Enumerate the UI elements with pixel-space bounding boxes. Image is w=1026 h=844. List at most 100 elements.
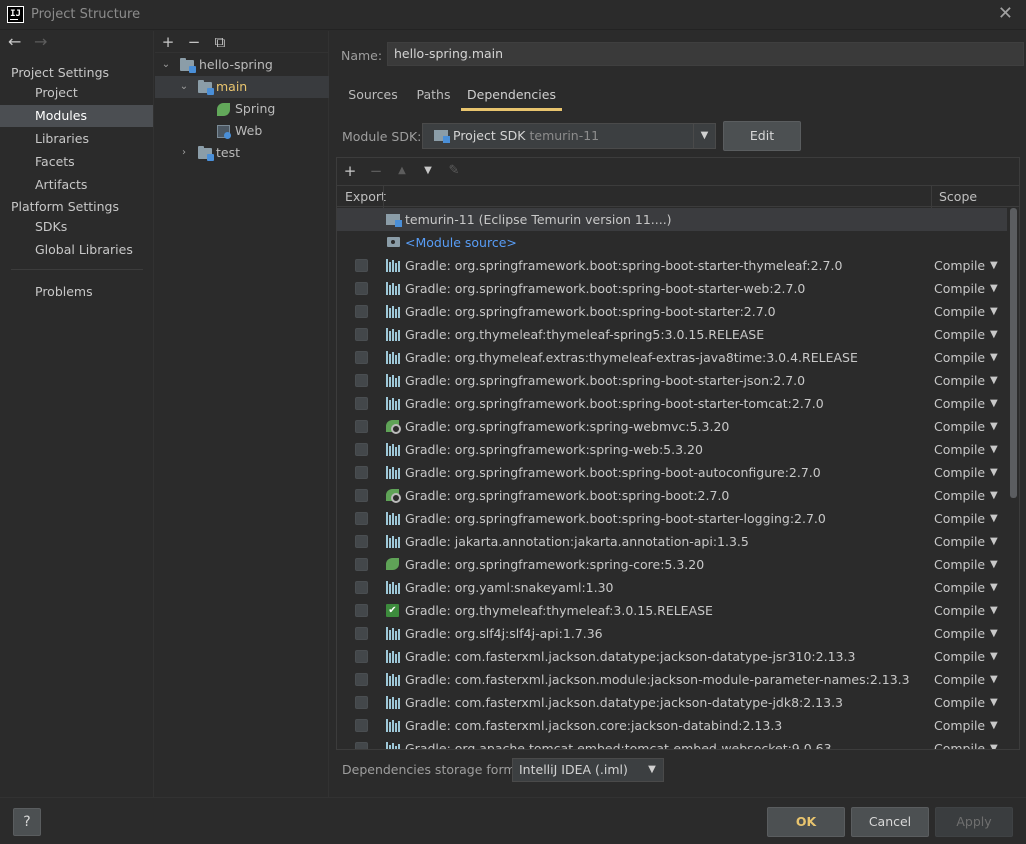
export-checkbox[interactable] xyxy=(355,489,368,502)
tree-node-test[interactable]: › test xyxy=(155,142,329,164)
scope-value[interactable]: Compile xyxy=(934,691,985,714)
export-checkbox[interactable] xyxy=(355,604,368,617)
close-icon[interactable]: ✕ xyxy=(998,3,1013,24)
export-checkbox[interactable] xyxy=(355,328,368,341)
chevron-down-icon[interactable]: ▼ xyxy=(990,461,998,484)
chevron-down-icon[interactable]: ⌄ xyxy=(178,76,190,98)
nav-item-sdks[interactable]: SDKs xyxy=(0,216,153,238)
scope-value[interactable]: Compile xyxy=(934,369,985,392)
add-dependency-button[interactable]: + xyxy=(339,160,361,182)
dependency-row[interactable]: Gradle: jakarta.annotation:jakarta.annot… xyxy=(337,530,1007,553)
copy-module-button[interactable]: ⧉ xyxy=(209,32,231,52)
edit-dependency-button[interactable]: ✎ xyxy=(443,160,465,182)
dependency-row[interactable]: Gradle: com.fasterxml.jackson.core:jacks… xyxy=(337,714,1007,737)
dependency-row[interactable]: Gradle: org.springframework:spring-web:5… xyxy=(337,438,1007,461)
scope-value[interactable]: Compile xyxy=(934,622,985,645)
nav-item-modules[interactable]: Modules xyxy=(0,105,153,127)
scrollbar-thumb[interactable] xyxy=(1010,208,1017,498)
dependency-row[interactable]: Gradle: org.springframework.boot:spring-… xyxy=(337,254,1007,277)
module-name-input[interactable]: hello-spring.main xyxy=(387,42,1024,66)
chevron-down-icon[interactable]: ▼ xyxy=(693,124,715,148)
module-sdk-select[interactable]: Project SDK temurin-11 ▼ xyxy=(422,123,716,149)
forward-arrow-icon[interactable]: → xyxy=(34,32,60,51)
tree-node-web[interactable]: Web xyxy=(155,120,329,142)
column-scope[interactable]: Scope xyxy=(931,186,977,208)
cancel-button[interactable]: Cancel xyxy=(851,807,929,837)
dependency-row[interactable]: Gradle: org.springframework.boot:spring-… xyxy=(337,369,1007,392)
tab-paths[interactable]: Paths xyxy=(411,83,456,111)
tab-sources[interactable]: Sources xyxy=(341,83,405,111)
chevron-down-icon[interactable]: ▼ xyxy=(990,530,998,553)
move-down-button[interactable]: ▼ xyxy=(417,160,439,182)
scope-value[interactable]: Compile xyxy=(934,346,985,369)
scope-value[interactable]: Compile xyxy=(934,668,985,691)
nav-item-libraries[interactable]: Libraries xyxy=(0,128,153,150)
back-arrow-icon[interactable]: ← xyxy=(8,32,34,51)
dependency-row[interactable]: Gradle: org.springframework:spring-core:… xyxy=(337,553,1007,576)
export-checkbox[interactable] xyxy=(355,719,368,732)
vertical-scrollbar[interactable] xyxy=(1010,208,1017,749)
export-checkbox[interactable] xyxy=(355,696,368,709)
export-checkbox[interactable] xyxy=(355,512,368,525)
scope-value[interactable]: Compile xyxy=(934,576,985,599)
export-checkbox[interactable] xyxy=(355,443,368,456)
export-checkbox[interactable] xyxy=(355,742,368,749)
export-checkbox[interactable] xyxy=(355,535,368,548)
export-checkbox[interactable] xyxy=(355,351,368,364)
chevron-down-icon[interactable]: ▼ xyxy=(990,392,998,415)
chevron-down-icon[interactable]: ⌄ xyxy=(160,54,172,76)
scope-value[interactable]: Compile xyxy=(934,277,985,300)
chevron-down-icon[interactable]: ▼ xyxy=(990,645,998,668)
chevron-down-icon[interactable]: ▼ xyxy=(990,323,998,346)
chevron-down-icon[interactable]: ▼ xyxy=(990,737,998,749)
column-export[interactable]: Export xyxy=(345,186,386,208)
nav-item-artifacts[interactable]: Artifacts xyxy=(0,174,153,196)
ok-button[interactable]: OK xyxy=(767,807,845,837)
dependency-row[interactable]: Gradle: com.fasterxml.jackson.datatype:j… xyxy=(337,691,1007,714)
remove-module-button[interactable]: − xyxy=(183,32,205,52)
export-checkbox[interactable] xyxy=(355,627,368,640)
chevron-down-icon[interactable]: ▼ xyxy=(990,622,998,645)
export-checkbox[interactable] xyxy=(355,466,368,479)
apply-button[interactable]: Apply xyxy=(935,807,1013,837)
chevron-down-icon[interactable]: ▼ xyxy=(990,484,998,507)
nav-item-project[interactable]: Project xyxy=(0,82,153,104)
nav-item-problems[interactable]: Problems xyxy=(0,281,153,303)
scope-value[interactable]: Compile xyxy=(934,530,985,553)
dependency-row[interactable]: Gradle: org.slf4j:slf4j-api:1.7.36 Compil… xyxy=(337,622,1007,645)
export-checkbox[interactable] xyxy=(355,673,368,686)
export-checkbox[interactable] xyxy=(355,374,368,387)
scope-value[interactable]: Compile xyxy=(934,484,985,507)
dependency-row[interactable]: ✔ Gradle: org.thymeleaf:thymeleaf:3.0.15.… xyxy=(337,599,1007,622)
export-checkbox[interactable] xyxy=(355,259,368,272)
scope-value[interactable]: Compile xyxy=(934,415,985,438)
dependency-row[interactable]: Gradle: com.fasterxml.jackson.datatype:j… xyxy=(337,645,1007,668)
chevron-down-icon[interactable]: ▼ xyxy=(990,415,998,438)
edit-sdk-button[interactable]: Edit xyxy=(723,121,801,151)
storage-format-select[interactable]: IntelliJ IDEA (.iml) ▼ xyxy=(512,758,664,782)
help-button[interactable]: ? xyxy=(13,808,41,836)
chevron-down-icon[interactable]: ▼ xyxy=(990,691,998,714)
remove-dependency-button[interactable]: − xyxy=(365,160,387,182)
chevron-down-icon[interactable]: ▼ xyxy=(990,438,998,461)
tab-dependencies[interactable]: Dependencies xyxy=(461,83,562,111)
chevron-down-icon[interactable]: ▼ xyxy=(990,300,998,323)
scope-value[interactable]: Compile xyxy=(934,254,985,277)
chevron-down-icon[interactable]: ▼ xyxy=(990,346,998,369)
scope-value[interactable]: Compile xyxy=(934,599,985,622)
export-checkbox[interactable] xyxy=(355,581,368,594)
chevron-down-icon[interactable]: ▼ xyxy=(990,576,998,599)
dependency-row[interactable]: Gradle: org.springframework.boot:spring-… xyxy=(337,461,1007,484)
nav-item-global-libraries[interactable]: Global Libraries xyxy=(0,239,153,261)
export-checkbox[interactable] xyxy=(355,397,368,410)
scope-value[interactable]: Compile xyxy=(934,553,985,576)
export-checkbox[interactable] xyxy=(355,305,368,318)
chevron-down-icon[interactable]: ▼ xyxy=(990,553,998,576)
add-module-button[interactable]: + xyxy=(157,32,179,52)
scope-value[interactable]: Compile xyxy=(934,507,985,530)
dependency-row[interactable]: Gradle: org.springframework.boot:spring-… xyxy=(337,392,1007,415)
dependency-row[interactable]: Gradle: org.apache.tomcat.embed:tomcat-e… xyxy=(337,737,1007,749)
chevron-down-icon[interactable]: ▼ xyxy=(990,277,998,300)
dependency-row[interactable]: Gradle: org.thymeleaf:thymeleaf-spring5:… xyxy=(337,323,1007,346)
dependency-row[interactable]: Gradle: org.springframework.boot:spring-… xyxy=(337,300,1007,323)
